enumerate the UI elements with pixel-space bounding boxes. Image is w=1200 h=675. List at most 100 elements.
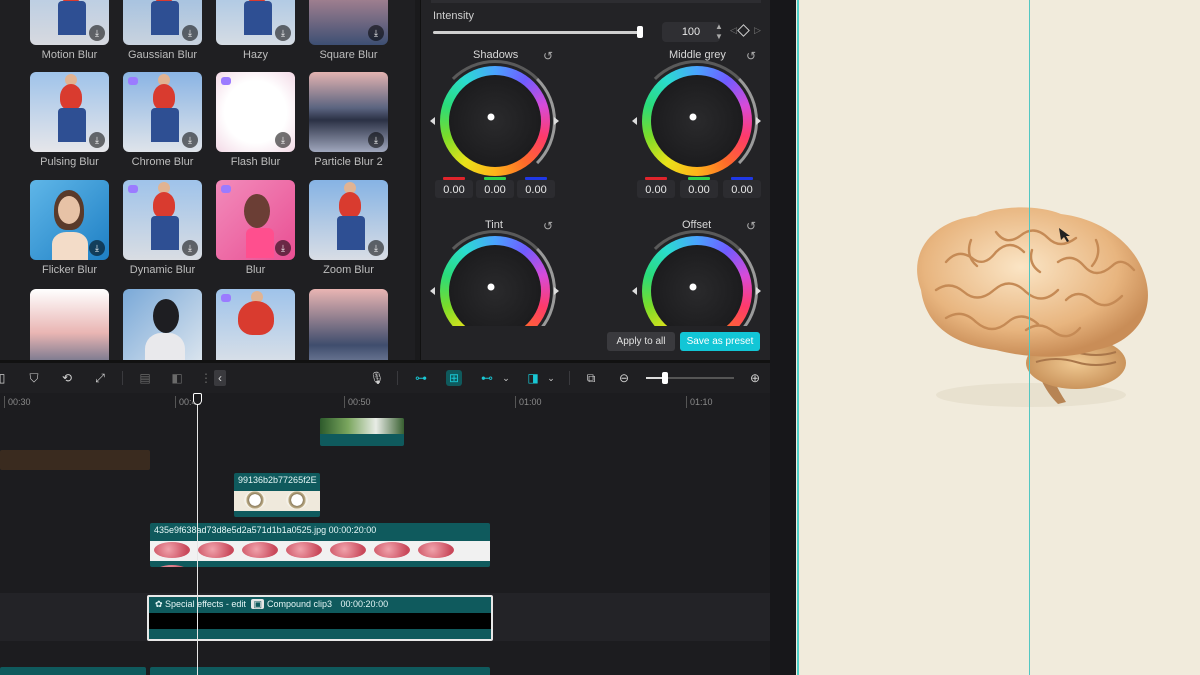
crop-icon[interactable]: ⟲ <box>59 370 75 386</box>
reverse-icon[interactable]: ◧ <box>169 370 185 386</box>
download-icon[interactable]: ⤓ <box>89 132 105 148</box>
effects-icon: ✿ <box>155 599 166 609</box>
effect-tile[interactable]: ⤓ Particle Blur 2 <box>309 72 389 168</box>
effect-thumbnail: ⤓ <box>30 72 109 152</box>
effect-tile[interactable] <box>216 289 296 360</box>
preview-canvas[interactable] <box>796 0 1200 675</box>
transform-icon[interactable]: ⤢ <box>92 370 108 386</box>
freeze-icon[interactable]: ▤ <box>137 370 153 386</box>
next-keyframe-icon[interactable]: ▷ <box>754 25 761 36</box>
blue-value-input[interactable]: 0.00 <box>723 177 761 198</box>
magnet-icon[interactable]: ⊞ <box>446 370 462 386</box>
reset-icon[interactable]: ↺ <box>744 219 758 233</box>
download-icon[interactable]: ⤓ <box>275 132 291 148</box>
intensity-slider[interactable] <box>433 31 641 34</box>
panel-divider-vertical[interactable] <box>770 0 796 675</box>
effect-tile[interactable]: ⤓ Pulsing Blur <box>30 72 110 168</box>
brain-image <box>917 207 1148 407</box>
reset-icon[interactable]: ↺ <box>541 219 555 233</box>
snap-icon[interactable]: ⊷ <box>479 370 495 386</box>
effect-thumbnail: ⤓ <box>216 72 295 152</box>
effect-tile[interactable]: ⤓ Chrome Blur <box>123 72 203 168</box>
zoom-out-icon[interactable]: ⊖ <box>616 370 632 386</box>
effect-label: Zoom Blur <box>323 264 374 276</box>
mark-icon[interactable]: ⛉ <box>26 370 42 386</box>
effect-tile[interactable] <box>123 289 203 360</box>
intensity-stepper-icon[interactable]: ▲ ▼ <box>714 22 724 42</box>
solid-color-clip[interactable] <box>150 667 490 675</box>
effect-label: Pulsing Blur <box>40 156 99 168</box>
effect-tile[interactable]: ⤓ Dynamic Blur <box>123 180 203 276</box>
video-clip[interactable] <box>0 667 146 675</box>
effect-tile[interactable] <box>309 289 389 360</box>
download-icon[interactable]: ⤓ <box>275 25 291 41</box>
effect-tile[interactable]: ⤓ Gaussian Blur <box>123 0 203 61</box>
download-icon[interactable]: ⤓ <box>182 132 198 148</box>
wheel-handle[interactable] <box>487 283 495 291</box>
wheel-handle[interactable] <box>487 113 495 121</box>
effect-thumbnail: ⤓ <box>123 180 202 260</box>
effect-tile[interactable]: ⤓ Blur <box>216 180 296 276</box>
effect-tile[interactable]: ⤓ Hazy <box>216 0 296 61</box>
playhead-handle[interactable] <box>193 393 202 405</box>
effect-tile[interactable] <box>30 289 110 360</box>
shadows-wheel[interactable] <box>430 60 559 182</box>
compound-clip[interactable]: ✿ Special effects - edit ▣ Compound clip3… <box>147 595 493 641</box>
green-value-input[interactable]: 0.00 <box>476 177 514 198</box>
download-icon[interactable]: ⤓ <box>89 240 105 256</box>
timeline[interactable]: 00:30 00:40 00:50 01:00 01:10 99136b2b77… <box>0 393 770 675</box>
middle-grey-wheel[interactable] <box>632 60 761 182</box>
blue-value-input[interactable]: 0.00 <box>517 177 555 198</box>
audio-clip[interactable] <box>0 450 150 470</box>
reset-icon[interactable]: ↺ <box>541 49 555 63</box>
preview-axis-icon[interactable]: ◨ <box>525 370 541 386</box>
download-icon[interactable]: ⤓ <box>368 240 384 256</box>
collapse-icon[interactable]: ‹ <box>214 370 226 386</box>
keyframe-icon[interactable] <box>737 24 750 37</box>
apply-to-all-button[interactable]: Apply to all <box>607 332 675 351</box>
chevron-down-icon[interactable]: ⌄ <box>498 370 514 386</box>
download-icon[interactable]: ⤓ <box>368 25 384 41</box>
video-clip[interactable] <box>320 418 404 446</box>
ruler-label: 01:00 <box>519 397 542 407</box>
prev-keyframe-icon[interactable]: ◁ <box>730 25 737 36</box>
playhead[interactable] <box>197 393 198 675</box>
effect-thumbnail: ⤓ <box>123 72 202 152</box>
intensity-slider-handle[interactable] <box>637 26 643 38</box>
zoom-slider-handle[interactable] <box>662 372 668 384</box>
clip-title: 99136b2b77265f2E <box>238 475 317 485</box>
download-icon[interactable]: ⤓ <box>182 25 198 41</box>
clip-title: ✿ Special effects - edit ▣ Compound clip3… <box>155 599 389 609</box>
save-as-preset-button[interactable]: Save as preset <box>680 332 760 351</box>
effect-tile[interactable]: ⤓ Square Blur <box>309 0 389 61</box>
effect-tile[interactable]: ⤓ Motion Blur <box>30 0 110 61</box>
time-ruler[interactable]: 00:30 00:40 00:50 01:00 01:10 <box>0 393 770 411</box>
effect-tile[interactable]: ⤓ Flicker Blur <box>30 180 110 276</box>
effect-tile[interactable]: ⤓ Flash Blur <box>216 72 296 168</box>
effect-thumbnail: ⤓ <box>309 0 388 45</box>
wheel-handle[interactable] <box>689 113 697 121</box>
chevron-down-icon[interactable]: ⌄ <box>543 370 559 386</box>
red-value-input[interactable]: 0.00 <box>435 177 473 198</box>
download-icon[interactable]: ⤓ <box>182 240 198 256</box>
download-icon[interactable]: ⤓ <box>275 240 291 256</box>
green-value-input[interactable]: 0.00 <box>680 177 718 198</box>
download-icon[interactable]: ⤓ <box>89 25 105 41</box>
link-icon[interactable]: ⊶ <box>413 370 429 386</box>
video-editor: ⤓ Motion Blur ⤓ Gaussian Blur ⤓ Hazy ⤓ S… <box>0 0 1200 675</box>
wheel-handle[interactable] <box>689 283 697 291</box>
canvas-guide <box>797 0 799 675</box>
split-icon[interactable]: ▯ <box>0 370 10 386</box>
image-clip-brain[interactable]: 435e9f638ad73d8e5d2a571d1b1a0525.jpg 00:… <box>150 523 490 567</box>
effect-tile[interactable]: ⤓ Zoom Blur <box>309 180 389 276</box>
image-clip-clock[interactable]: 99136b2b77265f2E <box>234 473 320 517</box>
middle-grey-rgb-values: 0.00 0.00 0.00 <box>637 177 761 202</box>
microphone-icon[interactable]: 🎙 <box>369 370 385 386</box>
zoom-in-icon[interactable]: ⊕ <box>747 370 763 386</box>
reset-icon[interactable]: ↺ <box>744 49 758 63</box>
screenshot-icon[interactable]: ⧉ <box>583 370 599 386</box>
red-value-input[interactable]: 0.00 <box>637 177 675 198</box>
marker-icon[interactable]: ⋮ <box>198 370 214 386</box>
intensity-input[interactable]: 100 <box>662 22 720 42</box>
download-icon[interactable]: ⤓ <box>368 132 384 148</box>
